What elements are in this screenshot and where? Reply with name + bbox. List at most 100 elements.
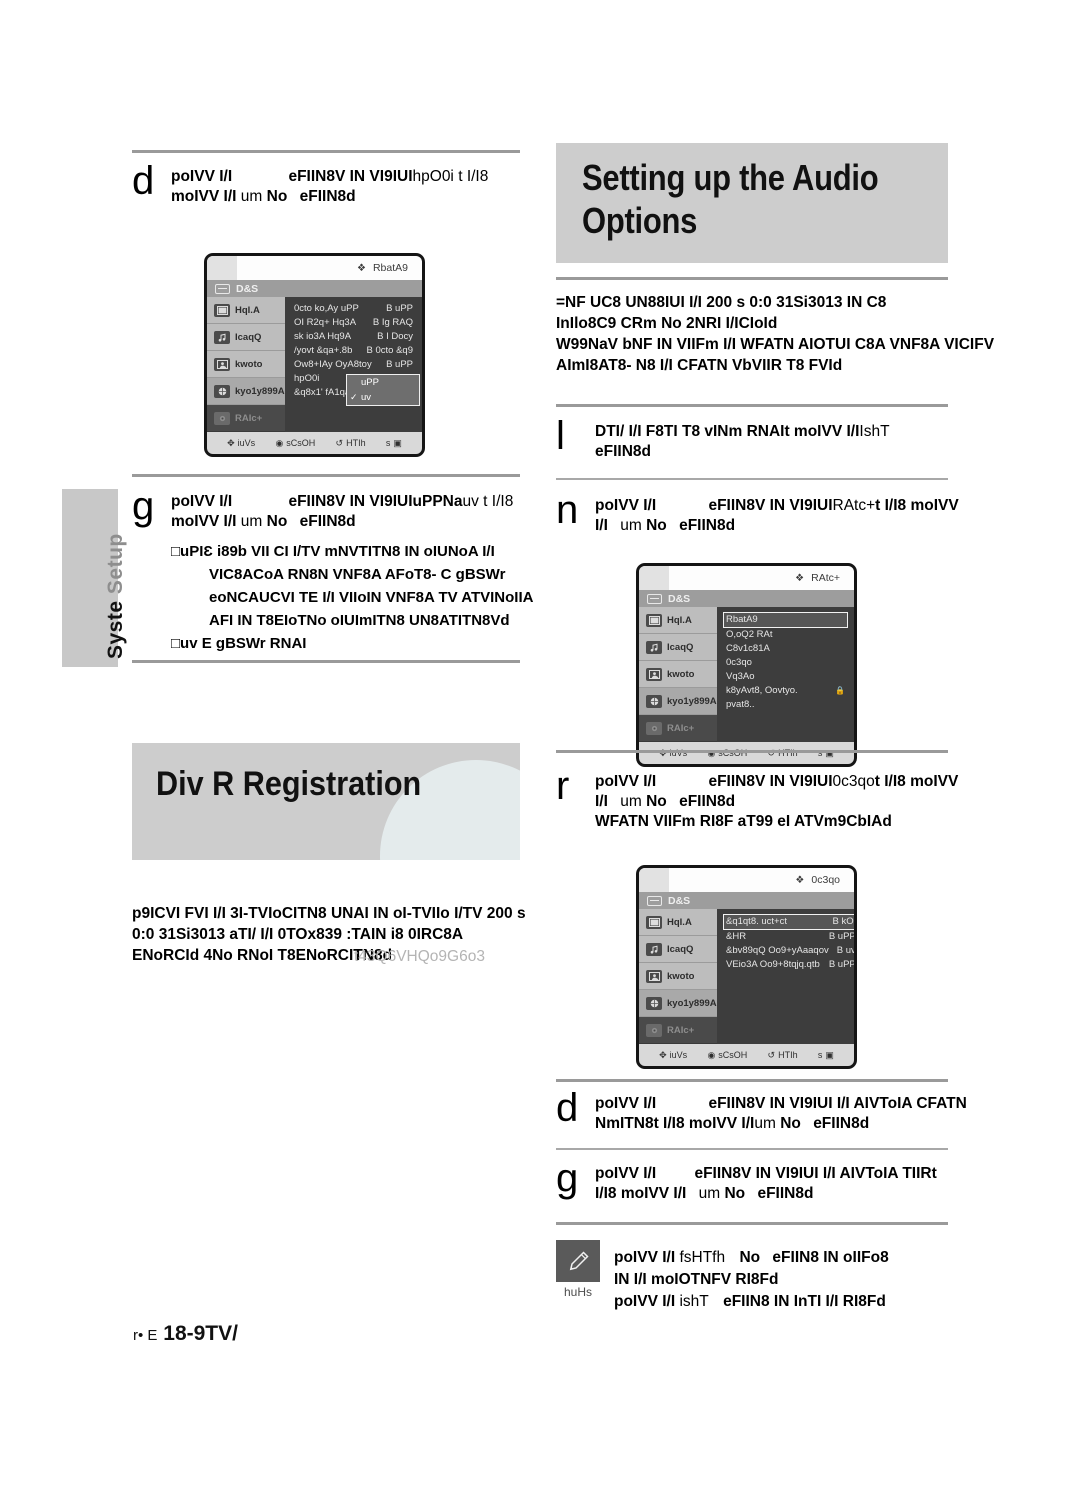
audio-paragraph: =NF UC8 UN88IUI I/I 200 s 0:0 31Si3013 I…	[556, 292, 994, 376]
step-l-l1b: IshT	[859, 423, 890, 440]
osd1-sidebar-label-setup: RAIc+	[235, 412, 263, 424]
osd2-sidebar-item-setup[interactable]: RAIc+	[639, 715, 717, 742]
osd1-row-5[interactable]: Ow8+IAy OyA8toy B uPP	[291, 358, 416, 372]
osd1-sidebar-label-audio: IcaqQ	[235, 331, 262, 343]
step-d2: d poIVV I/I eFIIN8V IN VI9IUI I/I AIVToI…	[556, 1088, 967, 1134]
osd1-hint-4: s ▣	[386, 438, 402, 449]
portrait-icon	[214, 357, 230, 371]
navigate-icon: ❖	[795, 874, 805, 886]
osd3-sidebar-item-language[interactable]: kyo1y899A	[639, 990, 717, 1017]
osd2-row-7-key: pvat8..	[726, 699, 755, 710]
osd3-row-1-value: B kOi	[832, 916, 856, 927]
step-d-l2a: moIVV I/I	[171, 188, 237, 205]
osd3-sidebar-item-audio[interactable]: IcaqQ	[639, 936, 717, 963]
step-d-l1d: t I/I8	[458, 168, 489, 185]
osd3-sidebar-item-display[interactable]: kwoto	[639, 963, 717, 990]
step-n-l2a: I/I	[595, 517, 608, 534]
osd1-row-2[interactable]: OI R2q+ Hq3A B Ig RAQ	[291, 316, 416, 330]
osd1-sidebar-item-display[interactable]: kwoto	[207, 351, 285, 378]
step-g2-marker: g	[556, 1156, 579, 1200]
step-d-l2d: eFIIN8d	[299, 188, 356, 205]
osd1-row-1[interactable]: 0cto ko,Ay uPP B uPP	[291, 302, 416, 316]
osd1-tabrow: D&S	[207, 280, 422, 297]
osd3-main: HqI.A IcaqQ kwoto kyo1y899A RAIc+ &q1qt8…	[639, 909, 854, 1044]
divider-right-2	[556, 404, 948, 407]
osd2-row-1[interactable]: RbatA9	[723, 612, 848, 628]
osd1-sidebar-item-setup[interactable]: RAIc+	[207, 405, 285, 432]
osd1-sidebar-item-audio[interactable]: IcaqQ	[207, 324, 285, 351]
divider-right-3	[556, 478, 948, 480]
osd2-sidebar-item-audio[interactable]: IcaqQ	[639, 634, 717, 661]
note-icon-label: huHs	[563, 1285, 592, 1299]
step-g2-l1a: poIVV I/I	[595, 1165, 657, 1182]
osd3-sidebar-item-setup[interactable]: RAIc+	[639, 1017, 717, 1044]
step-l-line2: eFIIN8d	[595, 443, 651, 460]
disc-icon	[215, 283, 230, 294]
osd1-row-1-key: 0cto ko,Ay uPP	[294, 303, 359, 314]
film-icon	[646, 613, 662, 627]
osd2-row-2[interactable]: O,oQ2 RAt	[723, 628, 848, 642]
step-d-l2c: No	[266, 188, 288, 205]
osd1-dropdown[interactable]: uPP uv	[346, 374, 420, 406]
osd1-row-4-key: /yovt &qa+.8b	[294, 345, 353, 356]
osd2-row-3[interactable]: C8v1c81A	[723, 642, 848, 656]
step-g2-l1b: eFIIN8V IN VI9IUI I/I AIVToIA TIIRt	[694, 1165, 937, 1182]
osd2-row-4[interactable]: 0c3qo	[723, 656, 848, 670]
return-icon: ↺	[335, 437, 344, 448]
osd1-dropdown-option-1[interactable]: uPP	[347, 375, 419, 390]
divider-right-6	[556, 1148, 948, 1150]
step-g-sub-2: VIC8ACoA RN8N VNF8A AFoT8- C gBSWr	[209, 566, 506, 583]
osd1-row-3[interactable]: sk io3A Hq9A B I Docy	[291, 330, 416, 344]
osd1-sidebar-item-film[interactable]: HqI.A	[207, 297, 285, 324]
osd2-main: HqI.A IcaqQ kwoto kyo1y899A RAIc+ RbatA9…	[639, 607, 854, 742]
osd1-row-6-key: hpO0i	[294, 373, 320, 384]
divider-left-1	[132, 150, 520, 153]
lock-icon: 🔒	[835, 686, 845, 695]
osd2-sidebar-item-display[interactable]: kwoto	[639, 661, 717, 688]
side-tab-label: Syste Setup	[104, 533, 128, 659]
osd2-sidebar-label-setup: RAIc+	[667, 722, 695, 734]
note-l3a: poIVV I/I	[614, 1293, 676, 1310]
step-d-line2: moIVV I/I um No eFIIN8d	[171, 187, 520, 207]
divx-para-line-3: ENoRCId 4No RNoI T8ENoRCITN8d t43Q6VHQo9…	[132, 945, 520, 966]
osd1-sidebar-label-language: kyo1y899A	[235, 385, 285, 397]
osd1-row-4[interactable]: /yovt &qa+.8b B 0cto &q9	[291, 344, 416, 358]
osd2-row-5[interactable]: Vq3Ao	[723, 670, 848, 684]
osd-screenshot-3: ❖ 0c3qo D&S HqI.A IcaqQ kwoto kyo1y899A …	[636, 865, 857, 1069]
osd3-hint-3: ↺ HTIh	[768, 1050, 798, 1061]
osd2-row-6[interactable]: k8yAvt8, Oovtyo. 🔒	[723, 684, 848, 698]
osd2-row-5-key: Vq3Ao	[726, 671, 755, 682]
osd3-sidebar-item-film[interactable]: HqI.A	[639, 909, 717, 936]
divx-heading-text: Div R Registration	[156, 765, 422, 803]
osd1-hint-2-label: sCsOH	[286, 438, 316, 448]
music-note-icon	[646, 640, 662, 654]
osd3-row-4[interactable]: VEio3A Oo9+8tqjq.qtb B uPP	[723, 958, 854, 972]
osd1-hint-3-label: HTIh	[346, 438, 366, 448]
divider-left-2	[132, 474, 520, 477]
step-g-l2b: um	[240, 513, 263, 530]
globe-icon	[646, 694, 662, 708]
step-g-l2d: eFIIN8d	[299, 513, 356, 530]
footer-page-number: 18-9TV/	[163, 1322, 238, 1345]
note-l1d: eFIIN8 IN oIIFo8	[772, 1249, 889, 1266]
step-g2-l2d: eFIIN8d	[757, 1185, 814, 1202]
osd2-row-7[interactable]: pvat8..	[723, 698, 848, 712]
osd1-dropdown-option-2[interactable]: uv	[347, 390, 419, 405]
step-r-l1a: poIVV I/I	[595, 773, 657, 790]
step-g-line1: poIVV I/I eFIIN8V IN VI9IUIuPPNauv t I/I…	[171, 492, 533, 512]
osd3-hint-1: ✥ iuVs	[659, 1050, 687, 1061]
osd1-hint-4-label: s	[385, 438, 391, 448]
divx-para-overlap-text: t43Q6VHQo9G6o3	[354, 948, 485, 965]
step-d2-line2: NmITN8t I/I8 moIVV I/Ium No eFIIN8d	[595, 1114, 967, 1134]
osd2-sidebar-item-language[interactable]: kyo1y899A	[639, 688, 717, 715]
osd3-row-3[interactable]: &bv89qQ Oo9+yAaaqov B uv	[723, 944, 854, 958]
osd3-hint-4-label: s	[817, 1050, 823, 1060]
step-g-sub-5: □uv E gBSWr RNAI	[171, 635, 307, 652]
osd3-row-1[interactable]: &q1qt8. uct+ct B kOi	[723, 914, 856, 930]
portrait-icon	[646, 667, 662, 681]
osd3-row-2[interactable]: &HR B uPP	[723, 930, 854, 944]
step-r-line1: poIVV I/I eFIIN8V IN VI9IUI0c3qot I/I8 m…	[595, 772, 958, 792]
osd2-sidebar-item-film[interactable]: HqI.A	[639, 607, 717, 634]
divx-para-line-2: 0:0 31Si3013 aTI/ I/I 0TOx839 :TAIN i8 0…	[132, 926, 464, 943]
osd1-sidebar-item-language[interactable]: kyo1y899A	[207, 378, 285, 405]
